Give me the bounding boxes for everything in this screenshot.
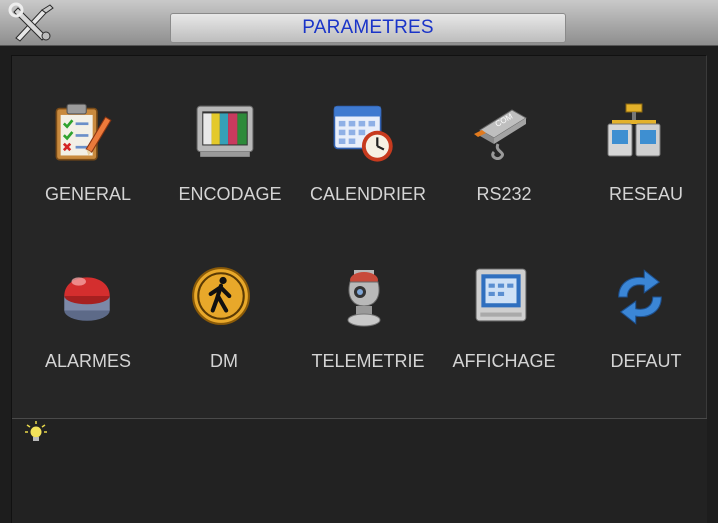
menu-label: DEFAUT	[610, 351, 682, 371]
page-title: PARAMETRES	[302, 17, 434, 38]
red-alarm-light-icon	[64, 277, 110, 321]
network-computers-icon	[607, 103, 661, 157]
com-connector-icon: COM	[474, 109, 527, 160]
calendar-clock-icon	[333, 105, 393, 162]
menu-item-defaut[interactable]: DEFAUT	[578, 265, 714, 395]
menu-label: GENERAL	[44, 184, 132, 204]
clipboard-checklist-icon	[55, 103, 112, 161]
menu-label: TELEMETRIE	[311, 351, 425, 371]
menu-label: ENCODAGE	[178, 184, 282, 204]
menu-item-reseau[interactable]: RESEAU	[578, 100, 714, 230]
menu-label: AFFICHAGE	[452, 351, 556, 371]
title-plate: PARAMETRES	[170, 13, 566, 43]
parameters-window: PARAMETRES GENERAL ENCODAGE CALENDRIER C…	[0, 0, 718, 523]
menu-item-encodage[interactable]: ENCODAGE	[162, 100, 298, 230]
walking-person-icon	[192, 267, 250, 325]
menu-item-alarmes[interactable]: ALARMES	[20, 265, 156, 395]
display-screen-icon	[475, 268, 527, 322]
menu-label: RS232	[476, 184, 532, 204]
tools-icon[interactable]	[6, 2, 60, 42]
menu-item-dm[interactable]: DM	[156, 265, 292, 395]
menu-label: DM	[210, 351, 238, 371]
menu-item-telemetrie[interactable]: TELEMETRIE	[300, 265, 436, 395]
lightbulb-icon	[25, 421, 47, 441]
menu-label: RESEAU	[608, 184, 684, 204]
menu-item-affichage[interactable]: AFFICHAGE	[436, 265, 572, 395]
title-bar: PARAMETRES	[0, 0, 718, 46]
monitor-color-bars-icon	[196, 105, 254, 157]
menu-label: ALARMES	[44, 351, 132, 371]
menu-label: CALENDRIER	[309, 184, 427, 204]
tip-area	[12, 419, 707, 523]
menu-item-calendrier[interactable]: CALENDRIER	[300, 100, 436, 230]
refresh-arrows-icon	[618, 269, 662, 325]
menu-item-general[interactable]: GENERAL	[20, 100, 156, 230]
menu-item-rs232[interactable]: COM RS232	[436, 100, 572, 230]
ptz-camera-icon	[347, 270, 381, 327]
